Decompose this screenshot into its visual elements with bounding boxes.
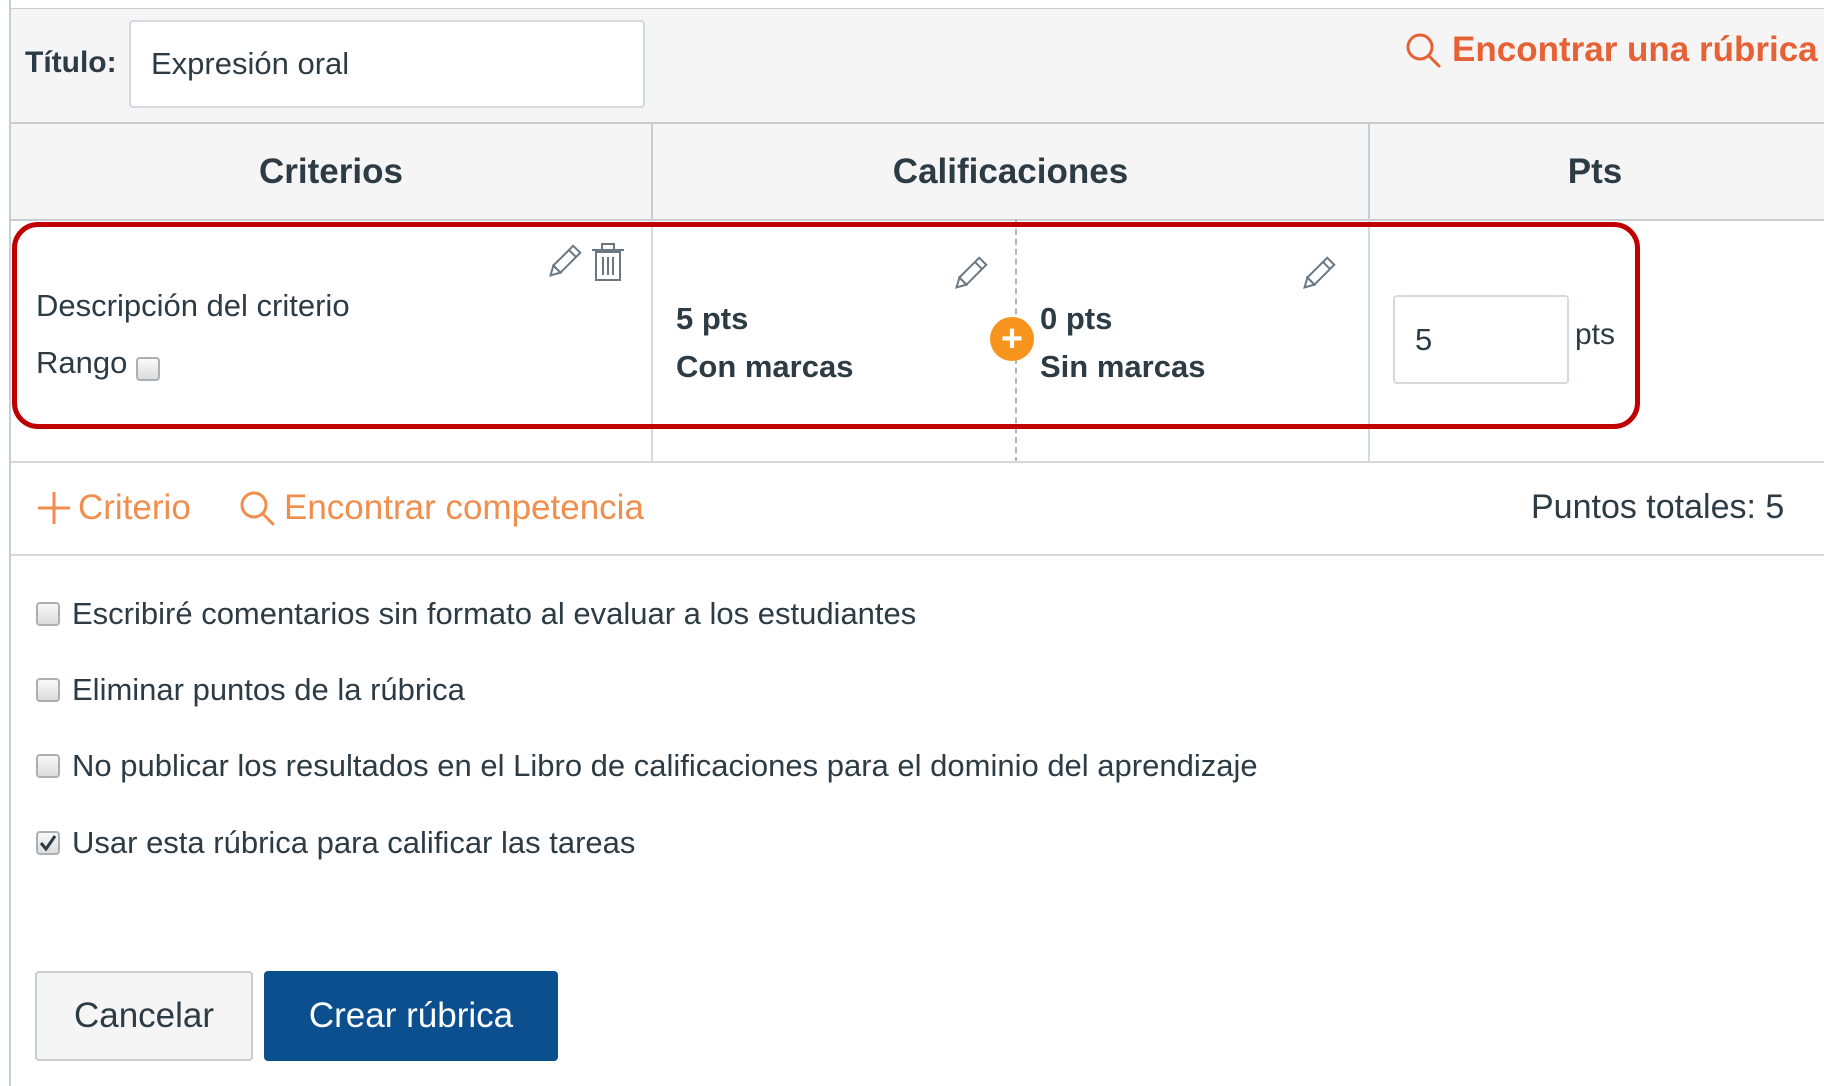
option-label: Escribiré comentarios sin formato al eva… [72,596,917,631]
title-input[interactable]: Expresión oral [129,20,645,108]
option-hide-outcome-results[interactable]: No publicar los resultados en el Libro d… [36,748,1258,784]
checkbox-checked[interactable] [36,831,60,855]
checkmark-icon [39,835,57,852]
option-use-for-grading[interactable]: Usar esta rúbrica para calificar las tar… [36,825,635,861]
option-free-form-comments[interactable]: Escribiré comentarios sin formato al eva… [36,596,916,632]
find-outcome-label: Encontrar competencia [284,488,644,527]
column-header-points: Pts [1567,152,1623,191]
search-icon [240,491,275,526]
column-header-ratings: Calificaciones [892,152,1129,191]
checkbox[interactable] [36,754,60,778]
option-label: No publicar los resultados en el Libro d… [72,748,1258,783]
rubric-table-header: Criterios Calificaciones Pts [11,122,1824,221]
find-rubric-label: Encontrar una rúbrica [1452,30,1818,69]
create-rubric-button[interactable]: Crear rúbrica [264,971,558,1061]
title-label: Título: [25,46,117,79]
find-rubric-link[interactable]: Encontrar una rúbrica [1404,30,1818,70]
criterion-row-highlight [12,222,1640,429]
add-criterion-label: Criterio [78,488,191,527]
row-divider [11,554,1824,556]
add-criterion-link[interactable]: Criterio [36,488,191,528]
option-label: Usar esta rúbrica para calificar las tar… [72,825,636,860]
checkbox[interactable] [36,678,60,702]
total-points: Puntos totales: 5 [1531,488,1785,526]
column-header-criteria: Criterios [259,152,403,191]
row-divider [11,461,1824,463]
checkbox[interactable] [36,602,60,626]
cancel-button[interactable]: Cancelar [35,971,253,1061]
header-divider [1368,122,1370,219]
option-label: Eliminar puntos de la rúbrica [72,672,465,707]
search-icon [1406,33,1441,68]
option-remove-points[interactable]: Eliminar puntos de la rúbrica [36,672,465,708]
plus-icon [38,492,70,524]
header-divider [651,122,653,219]
find-outcome-link[interactable]: Encontrar competencia [238,488,644,528]
